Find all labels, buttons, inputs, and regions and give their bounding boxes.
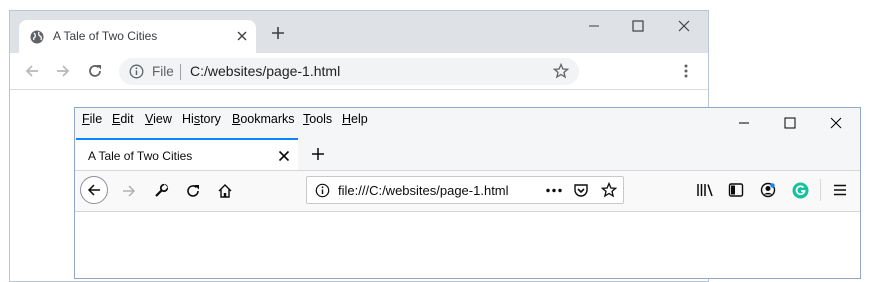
url-text[interactable]: C:/websites/page-1.html [190, 63, 340, 79]
info-icon[interactable] [129, 64, 144, 79]
menu-file-rest: ile [89, 112, 103, 126]
toolbar-divider [820, 179, 821, 201]
window-close-icon[interactable] [829, 116, 843, 130]
menu-bookmarks-rest: ookmarks [240, 112, 295, 126]
menu-view-rest: iew [153, 112, 172, 126]
window-close-icon[interactable] [677, 19, 691, 33]
forward-arrow-icon[interactable] [121, 183, 137, 199]
divider [180, 64, 181, 80]
hamburger-menu-icon[interactable] [832, 182, 848, 198]
menu-edit-rest: dit [120, 112, 134, 126]
maximize-icon[interactable] [783, 116, 797, 130]
firefox-toolbar: file:///C:/websites/page-1.html [75, 170, 860, 212]
chrome-titlebar: A Tale of Two Cities [10, 11, 708, 53]
info-icon[interactable] [315, 183, 330, 198]
star-icon[interactable] [601, 182, 617, 198]
pocket-icon[interactable] [573, 182, 589, 198]
menu-view[interactable]: View [145, 112, 172, 126]
reload-icon[interactable] [185, 183, 201, 199]
menu-file[interactable]: File [82, 112, 102, 126]
firefox-window: File Edit View History Bookmarks Tools H… [74, 107, 861, 279]
menu-tools[interactable]: Tools [303, 112, 332, 126]
menu-help[interactable]: Help [342, 112, 368, 126]
account-icon[interactable] [760, 182, 776, 198]
menu-edit[interactable]: Edit [112, 112, 134, 126]
library-icon[interactable] [696, 182, 714, 198]
wrench-icon[interactable] [153, 183, 169, 199]
back-arrow-icon [86, 182, 102, 198]
menu-history-rest: tory [200, 112, 221, 126]
minimize-icon[interactable] [587, 19, 601, 33]
close-icon[interactable] [277, 149, 291, 163]
sidebar-icon[interactable] [728, 182, 744, 198]
chrome-tab-title: A Tale of Two Cities [53, 29, 158, 43]
menu-bookmarks[interactable]: Bookmarks [232, 112, 295, 126]
scheme-label: File [152, 64, 174, 79]
menu-help-rest: elp [351, 112, 368, 126]
maximize-icon[interactable] [631, 19, 645, 33]
reload-icon[interactable] [87, 63, 103, 79]
menu-tools-rest: ools [309, 112, 333, 126]
plus-icon[interactable] [311, 147, 325, 161]
minimize-icon[interactable] [737, 116, 751, 130]
chrome-toolbar: File C:/websites/page-1.html [10, 53, 708, 90]
address-bar[interactable]: file:///C:/websites/page-1.html [306, 176, 624, 204]
menu-history[interactable]: History [182, 112, 221, 126]
globe-icon [30, 30, 44, 44]
firefox-tab-title: A Tale of Two Cities [88, 149, 193, 163]
plus-icon[interactable] [271, 26, 285, 40]
grammarly-icon[interactable] [792, 182, 809, 199]
address-bar[interactable]: File C:/websites/page-1.html [119, 58, 579, 85]
forward-arrow-icon[interactable] [55, 63, 71, 79]
more-icon[interactable] [545, 183, 563, 198]
kebab-menu-icon[interactable] [678, 63, 694, 79]
back-button[interactable] [80, 176, 108, 204]
close-icon[interactable] [235, 29, 249, 43]
firefox-tabbar: A Tale of Two Cities [75, 138, 860, 170]
url-text[interactable]: file:///C:/websites/page-1.html [338, 183, 509, 198]
firefox-tab[interactable]: A Tale of Two Cities [76, 138, 298, 170]
chrome-tab[interactable]: A Tale of Two Cities [19, 20, 256, 53]
menu-history-pre: Hi [182, 112, 194, 126]
menu-bar: File Edit View History Bookmarks Tools H… [75, 108, 860, 138]
star-icon[interactable] [553, 63, 569, 79]
home-icon[interactable] [217, 183, 233, 199]
back-arrow-icon[interactable] [24, 63, 40, 79]
